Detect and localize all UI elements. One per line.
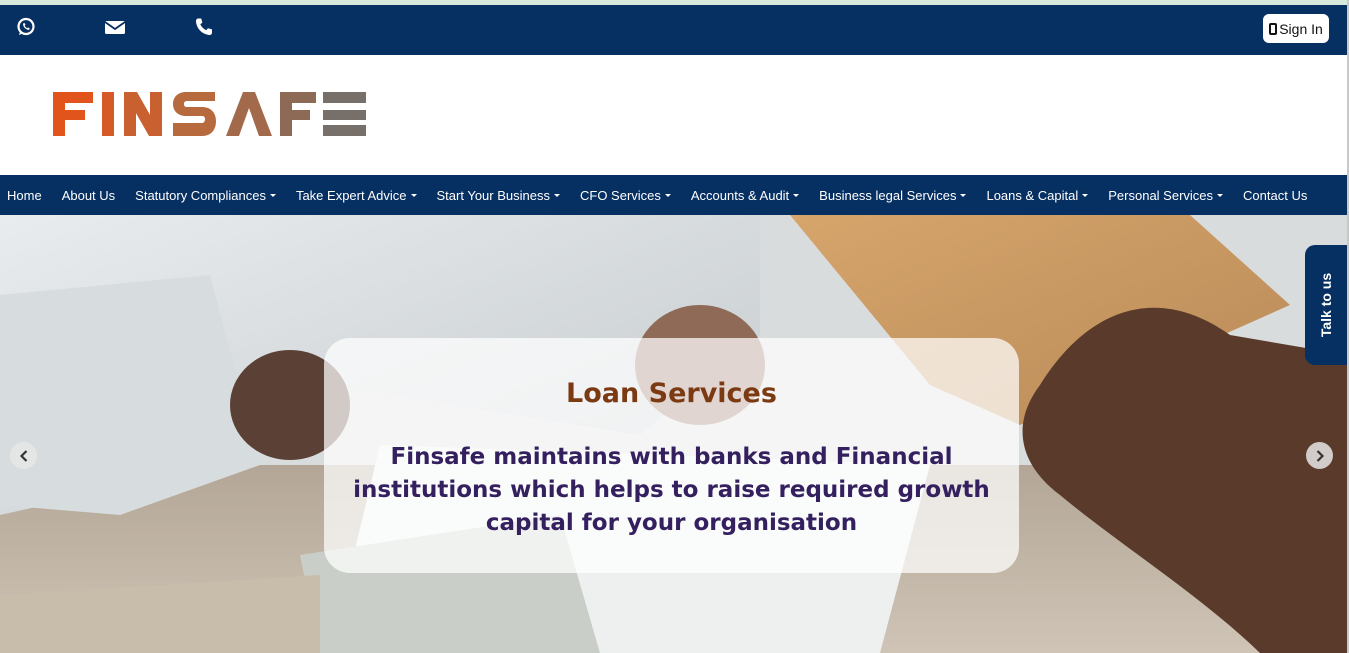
chevron-left-icon [19,449,27,462]
talk-to-us-tab[interactable]: Talk to us [1305,245,1347,365]
nav-item-label: Statutory Compliances [135,187,266,203]
caret-down-icon [269,193,276,197]
talk-to-us-label: Talk to us [1318,272,1334,338]
nav-item-label: Personal Services [1108,187,1214,203]
mail-icon[interactable] [103,15,127,39]
nav-item-label: Start Your Business [436,187,550,203]
nav-item-personal-services[interactable]: Personal Services [1108,187,1224,203]
caret-down-icon [1217,193,1224,197]
caret-down-icon [793,193,800,197]
carousel-next-button[interactable] [1306,442,1333,469]
caret-down-icon [960,193,967,197]
sign-in-label: Sign In [1279,20,1323,37]
finsafe-logo[interactable] [53,90,368,138]
nav-item-about-us[interactable]: About Us [62,188,115,203]
nav-item-label: Home [7,187,42,203]
hero-title: Loan Services [566,378,777,409]
nav-item-label: About Us [61,187,116,203]
phone-icon[interactable] [192,15,216,39]
nav-item-statutory-compliances[interactable]: Statutory Compliances [135,188,276,203]
site-header [0,55,1347,175]
nav-item-start-your-business[interactable]: Start Your Business [437,188,560,203]
nav-item-label: CFO Services [579,187,661,203]
carousel-prev-button[interactable] [10,442,37,469]
nav-item-label: Accounts & Audit [690,187,790,203]
nav-item-label: Loans & Capital [986,187,1079,203]
hero-description: Finsafe maintains with banks and Financi… [353,444,990,536]
mobile-icon [1269,22,1278,35]
hero-caption: Loan Services Finsafe maintains with ban… [324,338,1019,573]
nav-item-label: Take Expert Advice [295,187,407,203]
caret-down-icon [410,193,417,197]
nav-item-cfo-services[interactable]: CFO Services [580,188,671,203]
nav-item-take-expert-advice[interactable]: Take Expert Advice [296,188,417,203]
caret-down-icon [553,193,560,197]
nav-item-label: Contact Us [1243,187,1308,203]
hero-carousel: Loan Services Finsafe maintains with ban… [0,215,1347,653]
whatsapp-icon[interactable] [14,15,38,39]
caret-down-icon [1082,193,1089,197]
nav-item-business-legal-services[interactable]: Business legal Services [819,187,967,203]
sign-in-button[interactable]: Sign In [1263,14,1329,43]
nav-item-accounts-audit[interactable]: Accounts & Audit [690,187,800,203]
nav-item-loans-capital[interactable]: Loans & Capital [986,187,1089,203]
chevron-right-icon [1316,449,1324,462]
main-navigation: Home About Us Statutory Compliances Take Ex… [0,175,1347,215]
nav-item-home[interactable]: Home [7,188,42,203]
nav-item-contact-us[interactable]: Contact Us [1243,188,1307,203]
caret-down-icon [664,193,671,197]
nav-item-label: Business legal Services [819,187,957,203]
top-bar: Sign In [0,5,1347,55]
